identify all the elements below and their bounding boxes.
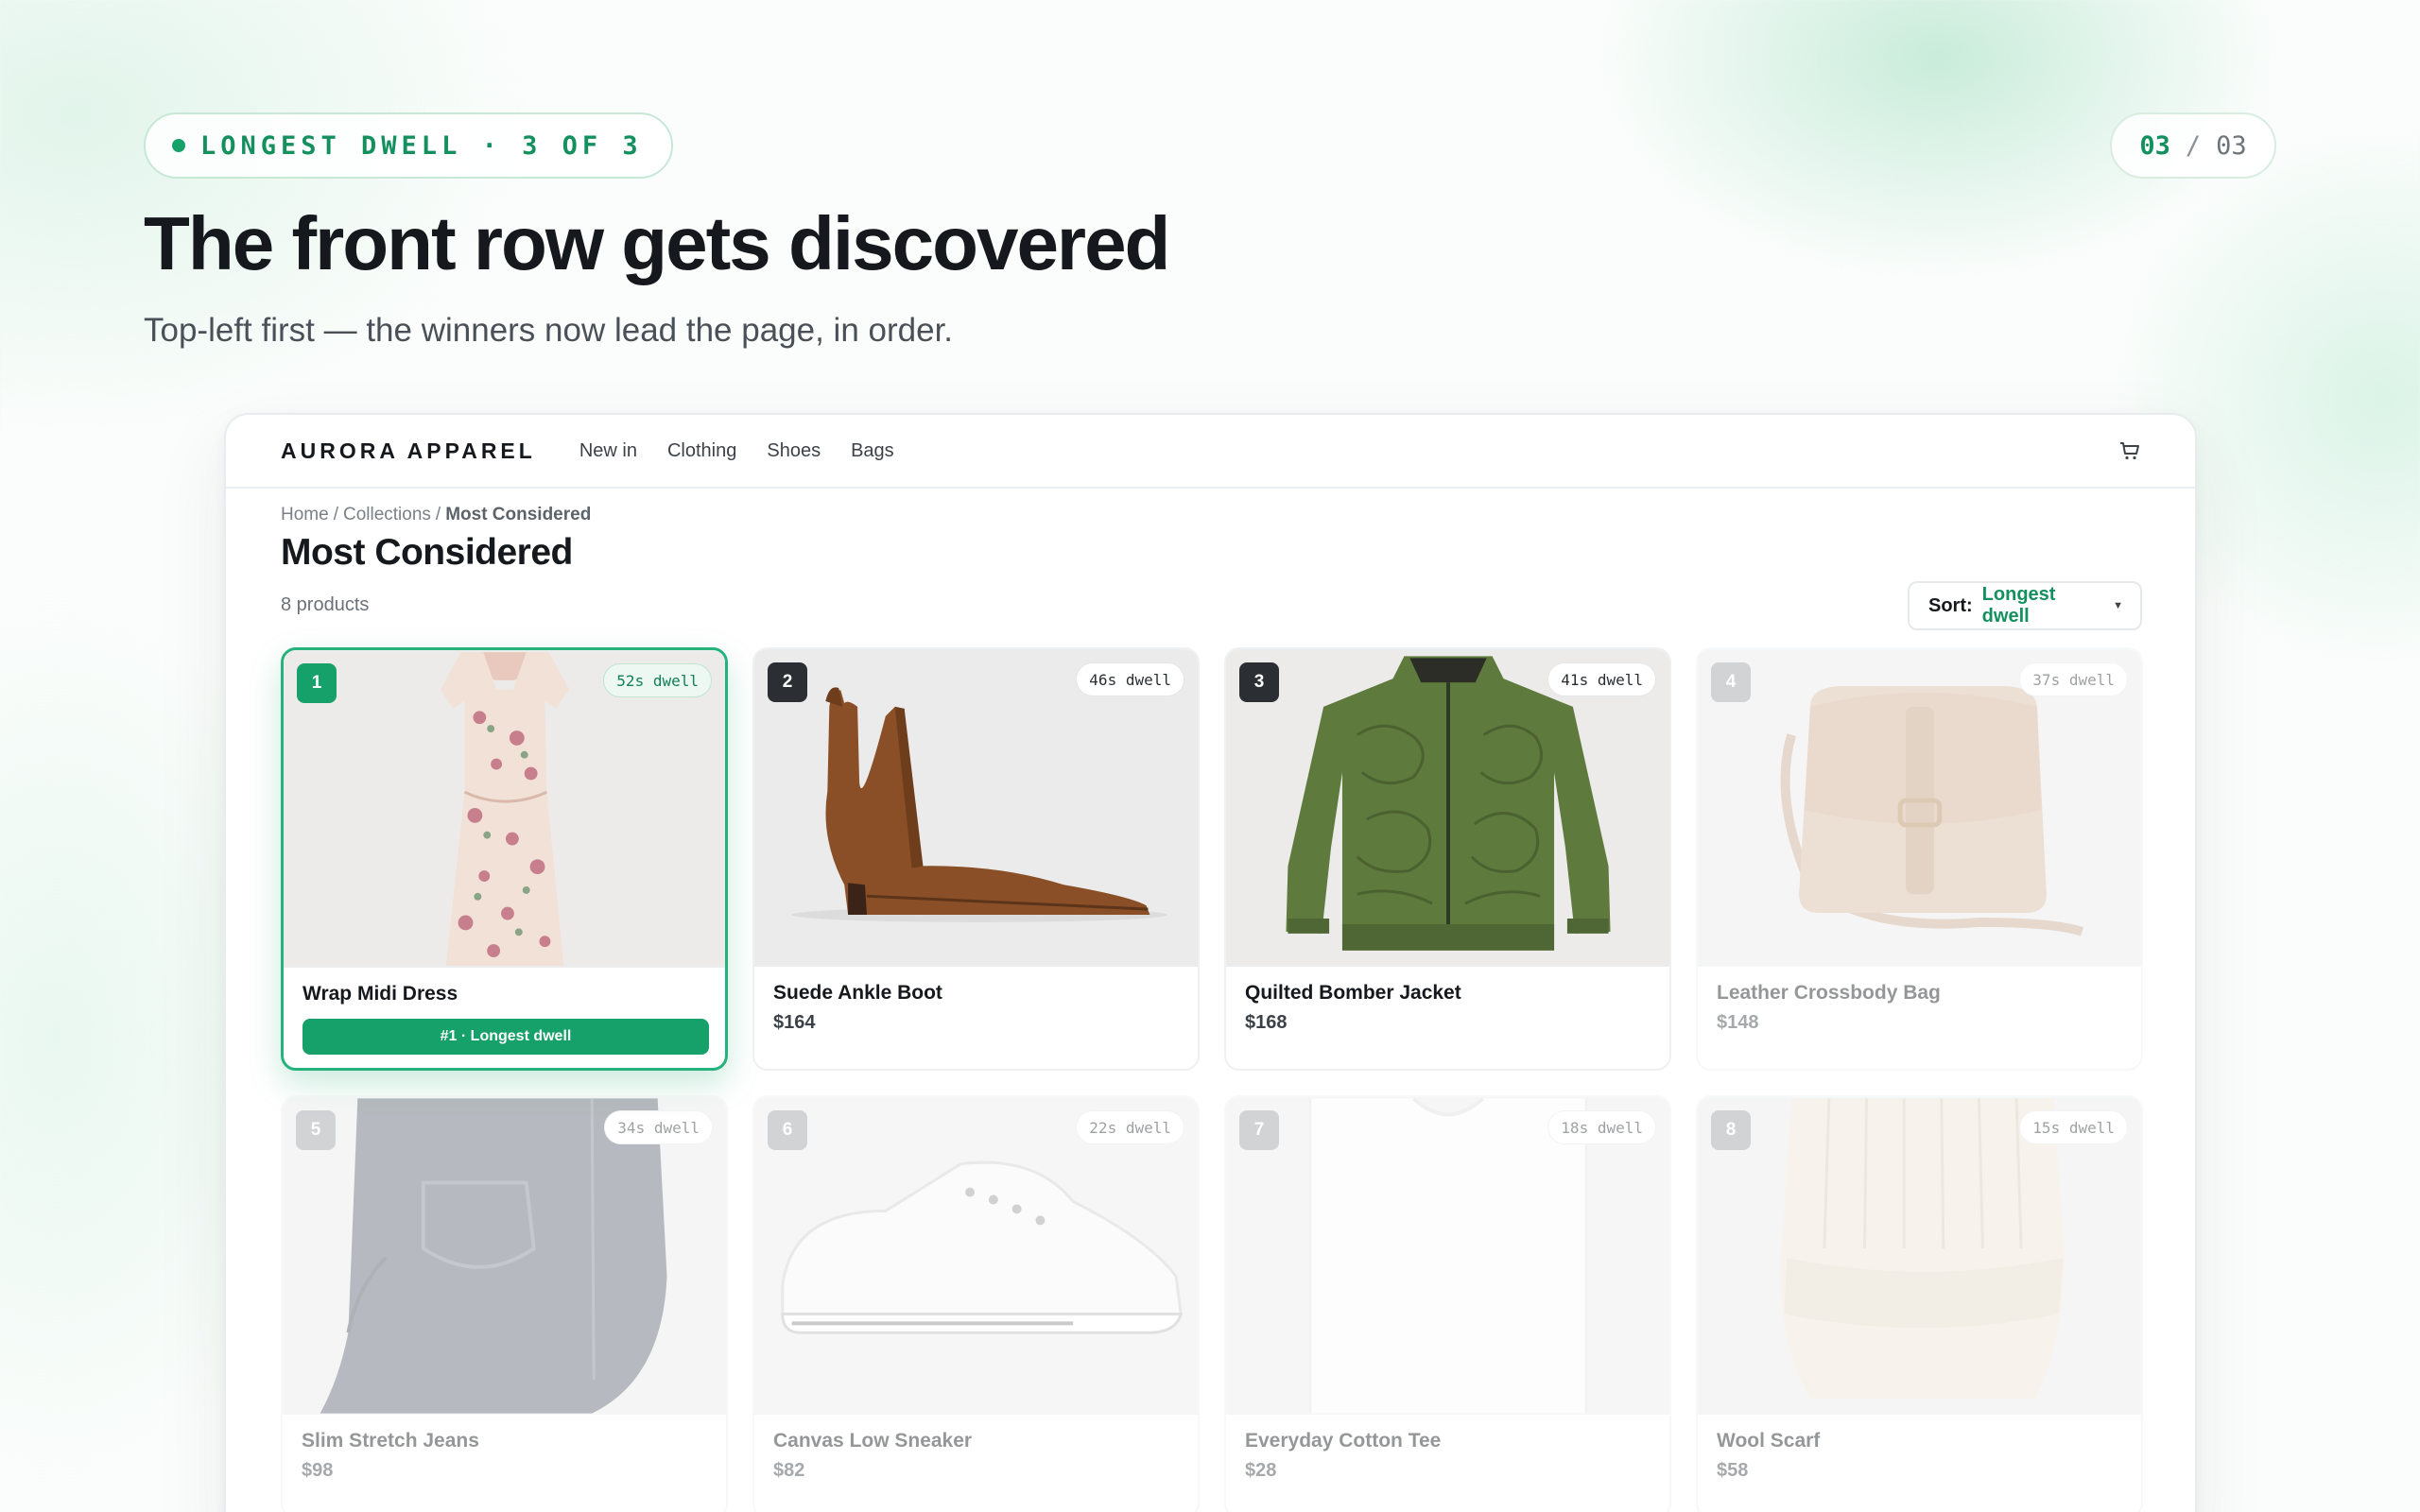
nav-link-shoes[interactable]: Shoes	[767, 440, 821, 462]
product-count: 8 products	[281, 594, 370, 615]
nav-link-new-in[interactable]: New in	[579, 440, 637, 462]
brand-logo[interactable]: AURORA APPAREL	[281, 438, 536, 464]
shop-navbar: AURORA APPAREL New in Clothing Shoes Bag…	[226, 415, 2195, 489]
product-name: Quilted Bomber Jacket	[1245, 982, 1461, 1004]
dwell-badge: 18s dwell	[1547, 1110, 1656, 1144]
sneaker-image	[754, 1098, 1198, 1414]
status-dot-icon	[172, 139, 185, 152]
step-badge: LONGEST DWELL · 3 OF 3	[144, 112, 673, 179]
sort-dropdown[interactable]: Sort: Longest dwell ▼	[1908, 581, 2142, 630]
tee-image	[1226, 1097, 1669, 1414]
rank-badge: 7	[1239, 1110, 1279, 1150]
breadcrumb-collections[interactable]: Collections	[343, 505, 431, 524]
rank-badge: 3	[1239, 662, 1279, 702]
hero-subtitle: Top-left first — the winners now lead th…	[144, 312, 954, 349]
dwell-badge: 41s dwell	[1547, 662, 1656, 696]
product-name: Canvas Low Sneaker	[773, 1430, 973, 1452]
dwell-badge: 22s dwell	[1076, 1110, 1184, 1144]
product-name: Everyday Cotton Tee	[1245, 1430, 1442, 1452]
crossbody-bag-image	[1698, 650, 2141, 966]
rank-badge: 4	[1711, 662, 1751, 702]
hero-title: The front row gets discovered	[144, 201, 1170, 285]
floral-dress-image	[284, 652, 725, 966]
breadcrumb-home[interactable]: Home	[281, 505, 329, 524]
breadcrumb-separator: /	[435, 505, 441, 524]
counter-current: 03	[2139, 130, 2170, 161]
product-card-wrap-midi-dress[interactable]: 1 52s dwell Wrap Midi Dress #1 · Longest…	[281, 647, 728, 1071]
dwell-badge: 15s dwell	[2019, 1110, 2128, 1144]
product-image: 6 22s dwell	[754, 1097, 1198, 1415]
sort-label: Sort:	[1928, 594, 1973, 616]
product-name: Wool Scarf	[1717, 1430, 1821, 1452]
product-card-everyday-cotton-tee[interactable]: 7 18s dwell Everyday Cotton Tee $28	[1224, 1095, 1671, 1512]
scarf-image	[1698, 1098, 2141, 1414]
rank-badge: 8	[1711, 1110, 1751, 1150]
product-name: Wrap Midi Dress	[302, 983, 458, 1005]
ankle-boot-image	[754, 650, 1198, 966]
product-price: $28	[1245, 1460, 1277, 1481]
product-card-slim-stretch-jeans[interactable]: 5 34s dwell Slim Stretch Jeans $98	[281, 1095, 728, 1512]
product-price: $82	[773, 1460, 805, 1481]
page-title: Most Considered	[281, 532, 573, 573]
nav-link-bags[interactable]: Bags	[851, 440, 894, 462]
product-image: 1 52s dwell	[284, 650, 725, 968]
product-price: $168	[1245, 1012, 1288, 1033]
sort-value: Longest dwell	[1981, 584, 2056, 627]
winner-tag: #1 · Longest dwell	[302, 1019, 709, 1055]
product-card-leather-crossbody-bag[interactable]: 4 37s dwell Leather Crossbody Bag $148	[1696, 647, 2143, 1071]
dwell-badge: 34s dwell	[604, 1110, 713, 1144]
cart-icon[interactable]	[2118, 438, 2142, 463]
dwell-badge: 37s dwell	[2019, 662, 2128, 696]
product-image: 7 18s dwell	[1226, 1097, 1669, 1415]
product-image: 3 41s dwell	[1226, 649, 1669, 967]
nav-link-clothing[interactable]: Clothing	[667, 440, 736, 462]
nav-links: New in Clothing Shoes Bags	[579, 440, 894, 462]
product-price: $58	[1717, 1460, 1749, 1481]
product-price: $164	[773, 1012, 816, 1033]
bomber-jacket-image	[1226, 650, 1669, 966]
counter-separator: /	[2185, 130, 2202, 161]
jeans-image	[283, 1098, 726, 1414]
product-card-quilted-bomber-jacket[interactable]: 3 41s dwell Quilted Bomber Jacket $168	[1224, 647, 1671, 1071]
product-name: Suede Ankle Boot	[773, 982, 942, 1004]
product-price: $98	[302, 1460, 334, 1481]
product-name: Leather Crossbody Bag	[1717, 982, 1941, 1004]
product-card-canvas-low-sneaker[interactable]: 6 22s dwell Canvas Low Sneaker $82	[752, 1095, 1200, 1512]
product-image: 8 15s dwell	[1698, 1097, 2141, 1415]
product-price: $148	[1717, 1012, 1759, 1033]
breadcrumb: Home / Collections / Most Considered	[281, 505, 591, 525]
caret-down-icon: ▼	[2113, 600, 2123, 611]
breadcrumb-current: Most Considered	[445, 505, 592, 524]
product-card-suede-ankle-boot[interactable]: 2 46s dwell Suede Ankle Boot $164	[752, 647, 1200, 1071]
rank-badge: 1	[297, 663, 337, 703]
product-name: Slim Stretch Jeans	[302, 1430, 479, 1452]
step-label: LONGEST DWELL · 3 OF 3	[200, 130, 643, 161]
counter-total: 03	[2216, 130, 2247, 161]
breadcrumb-separator: /	[333, 505, 338, 524]
rank-badge: 6	[768, 1110, 807, 1150]
product-grid: 1 52s dwell Wrap Midi Dress #1 · Longest…	[281, 647, 2143, 1512]
dwell-badge: 52s dwell	[603, 663, 712, 697]
product-image: 2 46s dwell	[754, 649, 1198, 967]
slide-counter: 03 / 03	[2110, 112, 2276, 179]
shop-window: AURORA APPAREL New in Clothing Shoes Bag…	[224, 413, 2197, 1512]
rank-badge: 5	[296, 1110, 336, 1150]
product-card-wool-scarf[interactable]: 8 15s dwell Wool Scarf $58	[1696, 1095, 2143, 1512]
rank-badge: 2	[768, 662, 807, 702]
product-image: 5 34s dwell	[283, 1097, 726, 1415]
product-image: 4 37s dwell	[1698, 649, 2141, 967]
dwell-badge: 46s dwell	[1076, 662, 1184, 696]
